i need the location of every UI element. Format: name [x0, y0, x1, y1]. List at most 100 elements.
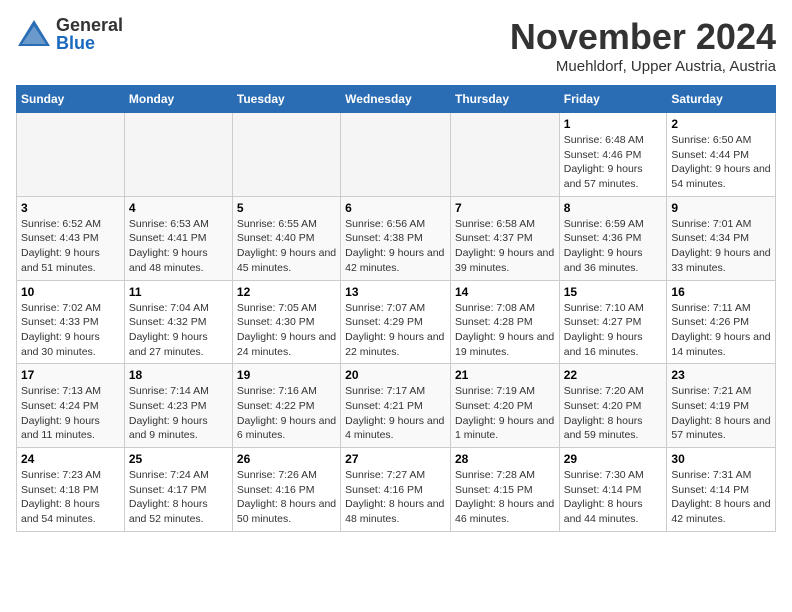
day-info: Sunrise: 6:53 AM Sunset: 4:41 PM Dayligh… [129, 217, 228, 276]
weekday-header-row: SundayMondayTuesdayWednesdayThursdayFrid… [17, 86, 776, 113]
weekday-thursday: Thursday [450, 86, 559, 113]
day-cell: 2 Sunrise: 6:50 AM Sunset: 4:44 PM Daylig… [667, 113, 776, 197]
day-number: 9 [671, 201, 771, 215]
day-number: 2 [671, 117, 771, 131]
day-info: Sunrise: 7:11 AM Sunset: 4:26 PM Dayligh… [671, 301, 771, 360]
day-cell: 26Sunrise: 7:26 AM Sunset: 4:16 PM Dayli… [232, 448, 340, 532]
day-info: Sunrise: 6:55 AM Sunset: 4:40 PM Dayligh… [237, 217, 336, 276]
day-info: Sunrise: 7:07 AM Sunset: 4:29 PM Dayligh… [345, 301, 446, 360]
day-number: 15 [564, 285, 663, 299]
day-info: Sunrise: 7:13 AM Sunset: 4:24 PM Dayligh… [21, 384, 120, 443]
day-cell: 22 Sunrise: 7:20 AM Sunset: 4:20 PM Dayli… [559, 364, 667, 448]
week-row-3: 10 Sunrise: 7:02 AM Sunset: 4:33 PM Dayli… [17, 280, 776, 364]
day-info: Sunrise: 7:20 AM Sunset: 4:20 PM Dayligh… [564, 384, 663, 443]
day-info: Sunrise: 7:16 AM Sunset: 4:22 PM Dayligh… [237, 384, 336, 443]
day-number: 23 [671, 368, 771, 382]
day-number: 19 [237, 368, 336, 382]
week-row-2: 3Sunrise: 6:52 AM Sunset: 4:43 PM Daylig… [17, 196, 776, 280]
day-info: Sunrise: 7:17 AM Sunset: 4:21 PM Dayligh… [345, 384, 446, 443]
day-cell: 19 Sunrise: 7:16 AM Sunset: 4:22 PM Dayli… [232, 364, 340, 448]
day-number: 7 [455, 201, 555, 215]
day-info: Sunrise: 7:01 AM Sunset: 4:34 PM Dayligh… [671, 217, 771, 276]
week-row-5: 24Sunrise: 7:23 AM Sunset: 4:18 PM Dayli… [17, 448, 776, 532]
day-cell: 17 Sunrise: 7:13 AM Sunset: 4:24 PM Dayli… [17, 364, 125, 448]
logo: General Blue [16, 16, 123, 52]
day-cell [17, 113, 125, 197]
day-cell: 1 Sunrise: 6:48 AM Sunset: 4:46 PM Daylig… [559, 113, 667, 197]
weekday-monday: Monday [124, 86, 232, 113]
calendar-table: SundayMondayTuesdayWednesdayThursdayFrid… [16, 85, 776, 532]
day-cell: 11 Sunrise: 7:04 AM Sunset: 4:32 PM Dayli… [124, 280, 232, 364]
week-row-1: 1 Sunrise: 6:48 AM Sunset: 4:46 PM Daylig… [17, 113, 776, 197]
location: Muehldorf, Upper Austria, Austria [510, 58, 776, 75]
day-number: 4 [129, 201, 228, 215]
day-number: 11 [129, 285, 228, 299]
day-number: 10 [21, 285, 120, 299]
day-cell: 5Sunrise: 6:55 AM Sunset: 4:40 PM Daylig… [232, 196, 340, 280]
day-info: Sunrise: 7:04 AM Sunset: 4:32 PM Dayligh… [129, 301, 228, 360]
day-cell: 6 Sunrise: 6:56 AM Sunset: 4:38 PM Daylig… [341, 196, 451, 280]
day-cell [232, 113, 340, 197]
day-number: 22 [564, 368, 663, 382]
day-info: Sunrise: 6:48 AM Sunset: 4:46 PM Dayligh… [564, 133, 663, 192]
day-info: Sunrise: 7:24 AM Sunset: 4:17 PM Dayligh… [129, 468, 228, 527]
day-number: 27 [345, 452, 446, 466]
weekday-sunday: Sunday [17, 86, 125, 113]
day-info: Sunrise: 7:10 AM Sunset: 4:27 PM Dayligh… [564, 301, 663, 360]
day-info: Sunrise: 6:56 AM Sunset: 4:38 PM Dayligh… [345, 217, 446, 276]
day-cell [341, 113, 451, 197]
day-cell: 7 Sunrise: 6:58 AM Sunset: 4:37 PM Daylig… [450, 196, 559, 280]
day-number: 14 [455, 285, 555, 299]
day-number: 18 [129, 368, 228, 382]
week-row-4: 17 Sunrise: 7:13 AM Sunset: 4:24 PM Dayli… [17, 364, 776, 448]
day-info: Sunrise: 6:58 AM Sunset: 4:37 PM Dayligh… [455, 217, 555, 276]
day-cell: 28 Sunrise: 7:28 AM Sunset: 4:15 PM Dayli… [450, 448, 559, 532]
day-cell: 12Sunrise: 7:05 AM Sunset: 4:30 PM Dayli… [232, 280, 340, 364]
day-number: 20 [345, 368, 446, 382]
day-number: 16 [671, 285, 771, 299]
day-cell: 20 Sunrise: 7:17 AM Sunset: 4:21 PM Dayli… [341, 364, 451, 448]
weekday-saturday: Saturday [667, 86, 776, 113]
day-number: 8 [564, 201, 663, 215]
day-info: Sunrise: 6:59 AM Sunset: 4:36 PM Dayligh… [564, 217, 663, 276]
weekday-wednesday: Wednesday [341, 86, 451, 113]
logo-general: General [56, 16, 123, 34]
day-cell: 29 Sunrise: 7:30 AM Sunset: 4:14 PM Dayli… [559, 448, 667, 532]
logo-blue: Blue [56, 34, 123, 52]
day-cell: 15 Sunrise: 7:10 AM Sunset: 4:27 PM Dayli… [559, 280, 667, 364]
day-info: Sunrise: 7:31 AM Sunset: 4:14 PM Dayligh… [671, 468, 771, 527]
day-info: Sunrise: 7:30 AM Sunset: 4:14 PM Dayligh… [564, 468, 663, 527]
day-info: Sunrise: 7:26 AM Sunset: 4:16 PM Dayligh… [237, 468, 336, 527]
day-number: 24 [21, 452, 120, 466]
day-cell: 18Sunrise: 7:14 AM Sunset: 4:23 PM Dayli… [124, 364, 232, 448]
day-cell: 3Sunrise: 6:52 AM Sunset: 4:43 PM Daylig… [17, 196, 125, 280]
day-number: 12 [237, 285, 336, 299]
day-cell: 10 Sunrise: 7:02 AM Sunset: 4:33 PM Dayli… [17, 280, 125, 364]
day-number: 1 [564, 117, 663, 131]
day-number: 25 [129, 452, 228, 466]
day-info: Sunrise: 7:02 AM Sunset: 4:33 PM Dayligh… [21, 301, 120, 360]
day-cell: 4 Sunrise: 6:53 AM Sunset: 4:41 PM Daylig… [124, 196, 232, 280]
day-cell: 9 Sunrise: 7:01 AM Sunset: 4:34 PM Daylig… [667, 196, 776, 280]
day-cell: 14Sunrise: 7:08 AM Sunset: 4:28 PM Dayli… [450, 280, 559, 364]
logo-name: General Blue [56, 16, 123, 52]
day-cell: 21Sunrise: 7:19 AM Sunset: 4:20 PM Dayli… [450, 364, 559, 448]
day-number: 17 [21, 368, 120, 382]
day-cell: 27Sunrise: 7:27 AM Sunset: 4:16 PM Dayli… [341, 448, 451, 532]
day-cell [450, 113, 559, 197]
day-info: Sunrise: 7:21 AM Sunset: 4:19 PM Dayligh… [671, 384, 771, 443]
day-cell: 24Sunrise: 7:23 AM Sunset: 4:18 PM Dayli… [17, 448, 125, 532]
day-number: 13 [345, 285, 446, 299]
day-number: 29 [564, 452, 663, 466]
day-number: 3 [21, 201, 120, 215]
day-info: Sunrise: 7:19 AM Sunset: 4:20 PM Dayligh… [455, 384, 555, 443]
day-info: Sunrise: 6:50 AM Sunset: 4:44 PM Dayligh… [671, 133, 771, 192]
month-title: November 2024 [510, 16, 776, 58]
day-info: Sunrise: 7:28 AM Sunset: 4:15 PM Dayligh… [455, 468, 555, 527]
title-area: November 2024 Muehldorf, Upper Austria, … [510, 16, 776, 75]
weekday-friday: Friday [559, 86, 667, 113]
day-number: 6 [345, 201, 446, 215]
day-number: 28 [455, 452, 555, 466]
weekday-tuesday: Tuesday [232, 86, 340, 113]
day-cell: 8 Sunrise: 6:59 AM Sunset: 4:36 PM Daylig… [559, 196, 667, 280]
